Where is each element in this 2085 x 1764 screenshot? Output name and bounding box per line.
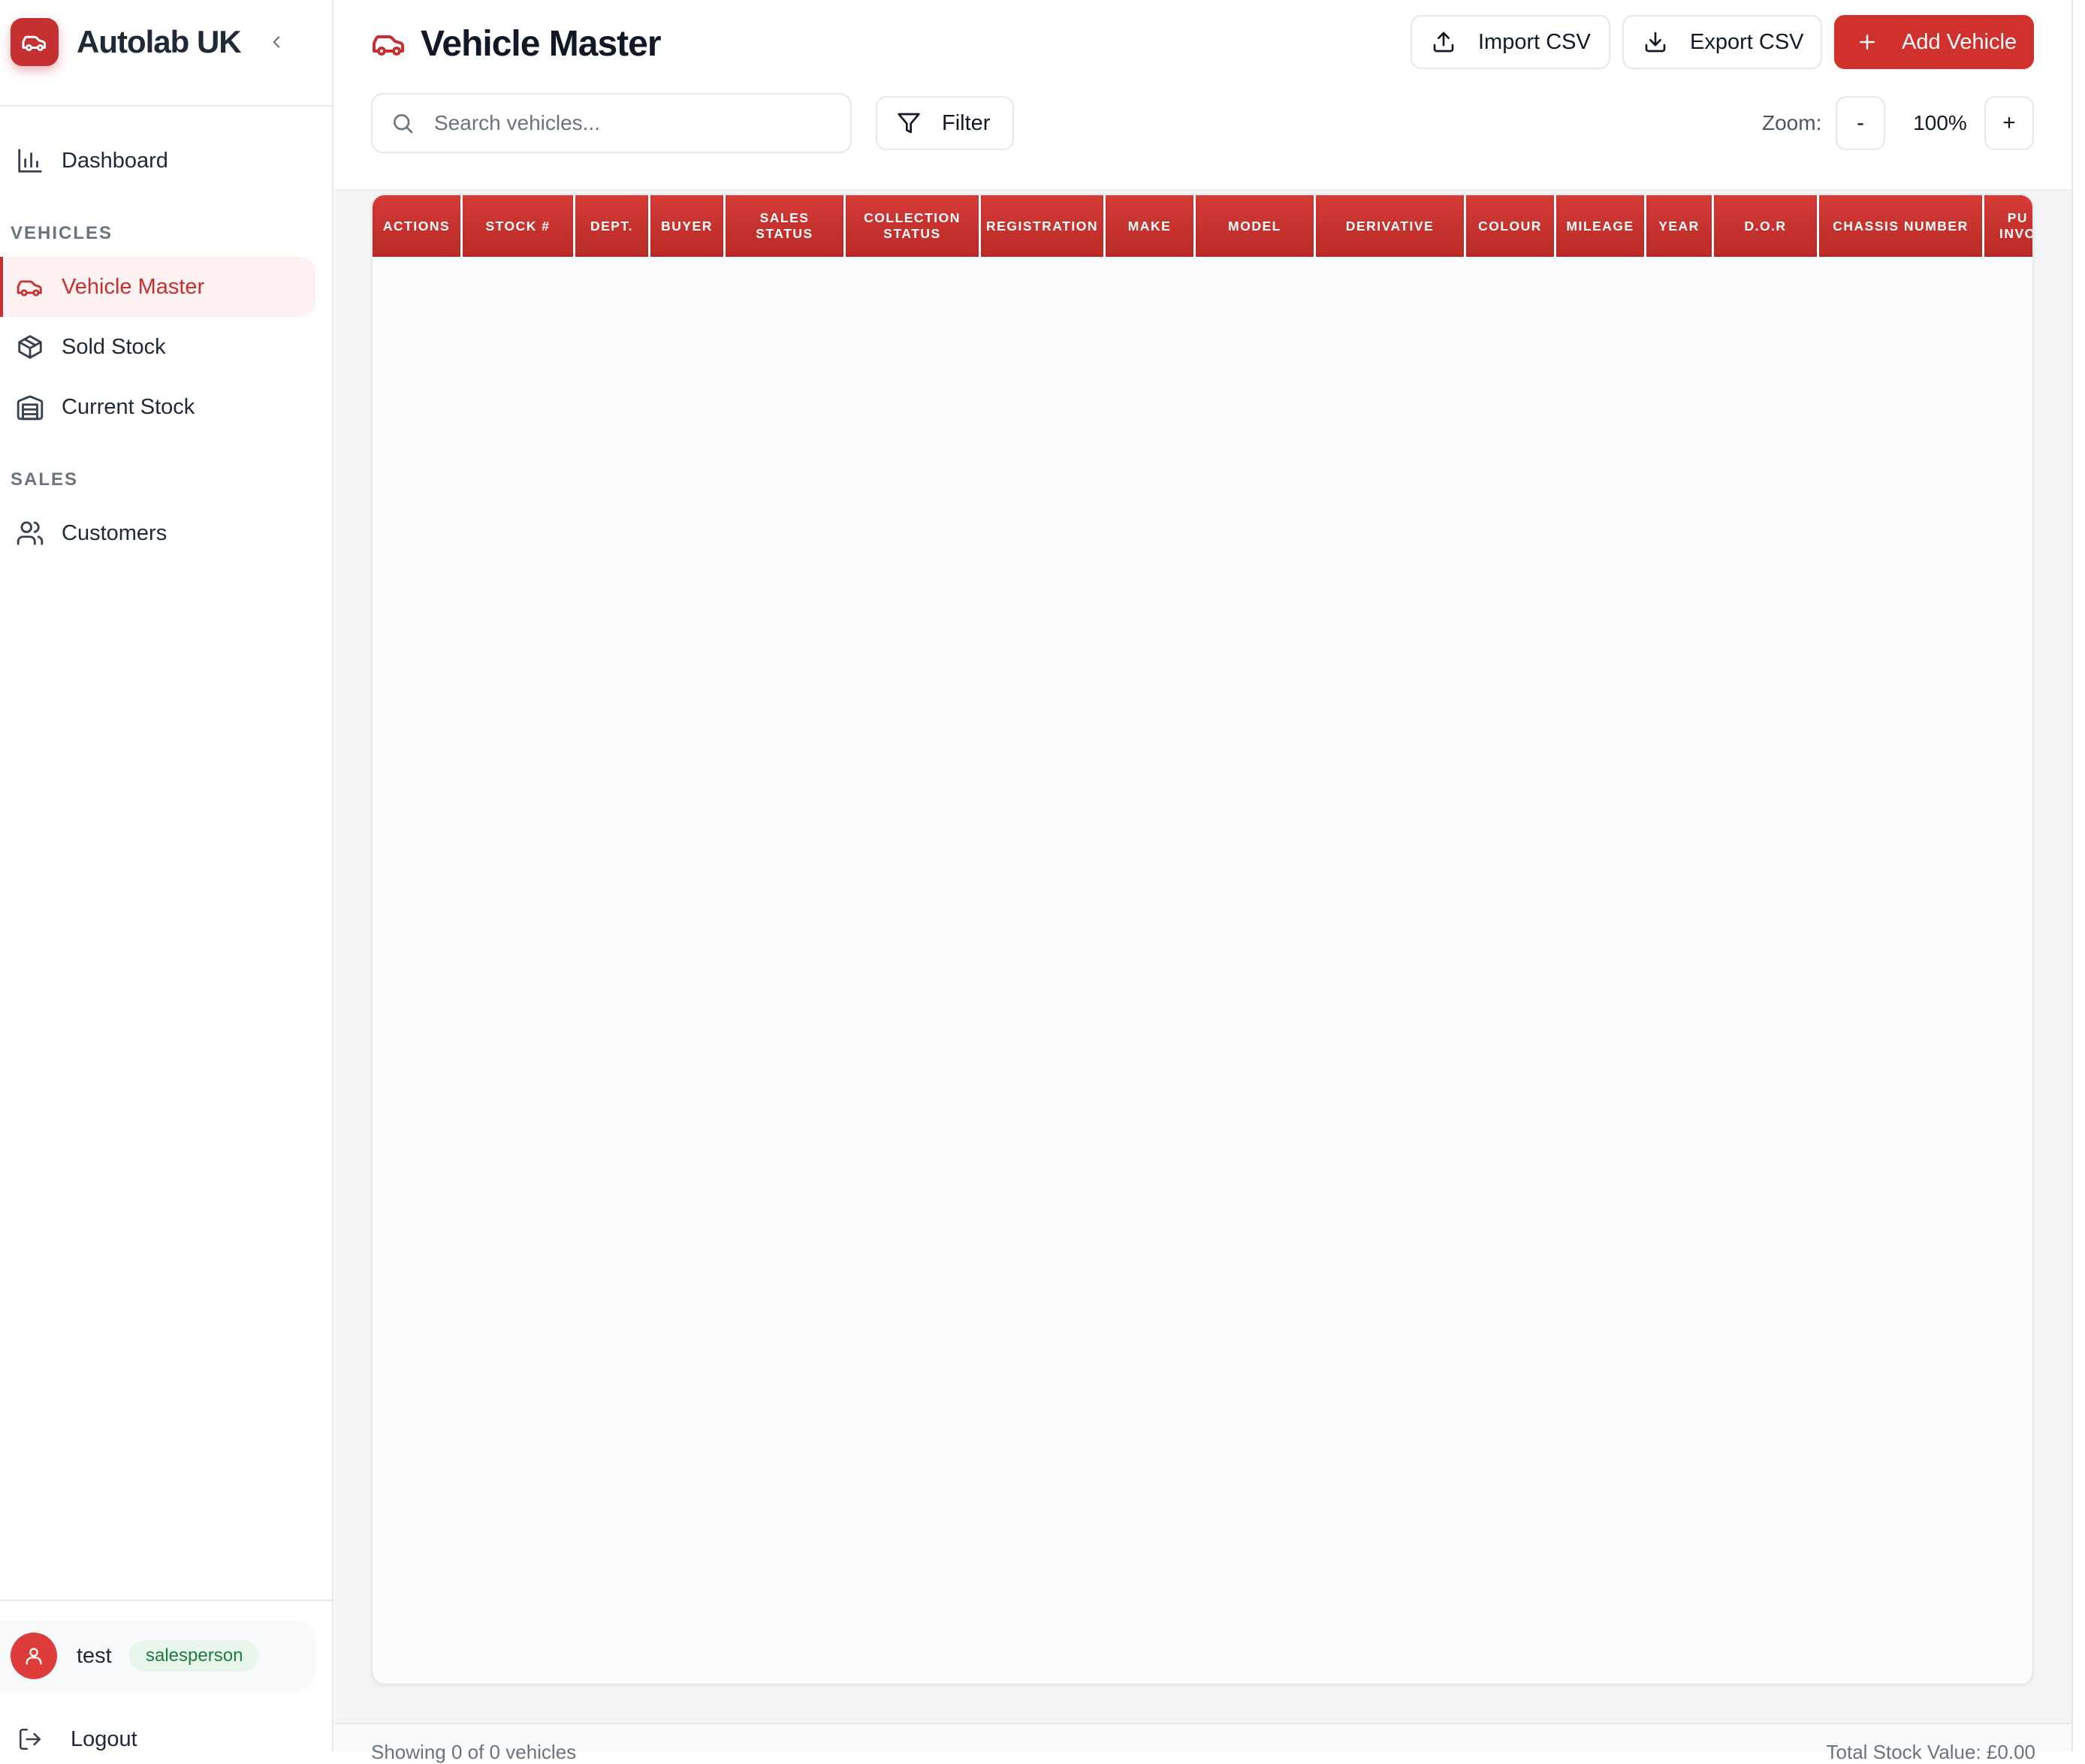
vehicle-table: ACTIONS STOCK # DEPT. BUYER SALES STATUS… [371, 194, 2034, 1685]
user-card[interactable]: test salesperson [0, 1621, 315, 1691]
plus-icon [1854, 29, 1881, 56]
user-icon [26, 1648, 42, 1665]
column-header-year[interactable]: YEAR [1646, 195, 1714, 257]
content-area: ACTIONS STOCK # DEPT. BUYER SALES STATUS… [335, 189, 2071, 1724]
car-icon [373, 35, 404, 56]
showing-count: Showing 0 of 0 vehicles [371, 1741, 577, 1763]
column-header-chassis-number[interactable]: CHASSIS NUMBER [1819, 195, 1984, 257]
sidebar-item-sold-stock[interactable]: Sold Stock [0, 317, 315, 377]
column-header-buyer[interactable]: BUYER [650, 195, 726, 257]
column-header-collection-status[interactable]: COLLECTION STATUS [846, 195, 981, 257]
car-icon [14, 270, 47, 303]
zoom-in-button[interactable]: + [1984, 96, 2034, 150]
add-vehicle-label: Add Vehicle [1902, 29, 2017, 54]
column-header-dept[interactable]: DEPT. [575, 195, 650, 257]
search-box [371, 93, 852, 153]
filter-icon [895, 110, 922, 137]
main-content: Vehicle Master Import CSV Export CSV Add… [335, 0, 2071, 1763]
brand-logo[interactable] [11, 18, 59, 66]
page-header: Vehicle Master [371, 21, 662, 66]
logout-button[interactable]: Logout [0, 1717, 315, 1762]
download-icon [1642, 29, 1669, 56]
filter-button[interactable]: Filter [876, 96, 1014, 150]
column-header-dor[interactable]: D.O.R [1714, 195, 1819, 257]
sidebar-item-label: Sold Stock [62, 334, 166, 359]
box-icon [14, 330, 47, 363]
warehouse-icon [14, 390, 47, 424]
role-badge: salesperson [129, 1640, 260, 1672]
search-icon [389, 110, 416, 137]
column-header-mileage[interactable]: MILEAGE [1556, 195, 1646, 257]
column-header-registration[interactable]: REGISTRATION [981, 195, 1106, 257]
section-label-vehicles: VEHICLES [11, 223, 113, 243]
user-name: test [77, 1644, 112, 1668]
bar-chart-icon [14, 144, 47, 177]
filter-label: Filter [942, 110, 991, 135]
column-header-actions[interactable]: ACTIONS [373, 195, 463, 257]
column-header-model[interactable]: MODEL [1196, 195, 1316, 257]
logout-label: Logout [71, 1726, 137, 1751]
logout-icon [15, 1724, 45, 1754]
zoom-label: Zoom: [1762, 111, 1822, 134]
total-stock-value: Total Stock Value: £0.00 [1826, 1741, 2035, 1763]
import-csv-button[interactable]: Import CSV [1411, 15, 1610, 69]
sidebar-item-label: Vehicle Master [62, 274, 205, 299]
table-footer: Showing 0 of 0 vehicles Total Stock Valu… [335, 1723, 2071, 1763]
window-scrollbar[interactable] [2071, 0, 2085, 1751]
brand-title: Autolab UK [77, 24, 242, 59]
import-csv-label: Import CSV [1478, 29, 1591, 54]
sidebar-item-dashboard[interactable]: Dashboard [0, 131, 315, 191]
sidebar-item-label: Dashboard [62, 148, 168, 173]
sidebar-item-label: Customers [62, 520, 167, 545]
column-header-purchase-invoice[interactable]: PU INVO [1984, 195, 2032, 257]
chevron-left-icon [273, 36, 280, 48]
sidebar-item-current-stock[interactable]: Current Stock [0, 377, 315, 437]
page-title: Vehicle Master [421, 23, 662, 64]
zoom-value: 100% [1913, 111, 1967, 134]
add-vehicle-button[interactable]: Add Vehicle [1834, 15, 2034, 69]
collapse-sidebar-button[interactable] [263, 27, 290, 57]
search-input[interactable] [433, 110, 823, 136]
sidebar-item-vehicle-master[interactable]: Vehicle Master [0, 257, 315, 317]
car-icon [22, 35, 46, 51]
column-header-make[interactable]: MAKE [1106, 195, 1196, 257]
section-label-sales: SALES [11, 469, 79, 490]
sidebar: Autolab UK Dashboard VEHICLES Vehicle Ma… [0, 0, 333, 1751]
zoom-out-button[interactable]: - [1836, 96, 1885, 150]
upload-icon [1430, 29, 1457, 56]
export-csv-button[interactable]: Export CSV [1622, 15, 1822, 69]
divider [0, 1600, 333, 1601]
sidebar-item-customers[interactable]: Customers [0, 503, 315, 563]
table-header-row: ACTIONS STOCK # DEPT. BUYER SALES STATUS… [373, 195, 2032, 257]
brand-header: Autolab UK [0, 0, 333, 107]
export-csv-label: Export CSV [1690, 29, 1804, 54]
column-header-sales-status[interactable]: SALES STATUS [726, 195, 846, 257]
users-icon [14, 517, 47, 550]
column-header-colour[interactable]: COLOUR [1466, 195, 1556, 257]
column-header-derivative[interactable]: DERIVATIVE [1316, 195, 1466, 257]
avatar [11, 1633, 57, 1679]
column-header-stock[interactable]: STOCK # [463, 195, 575, 257]
sidebar-item-label: Current Stock [62, 394, 195, 419]
